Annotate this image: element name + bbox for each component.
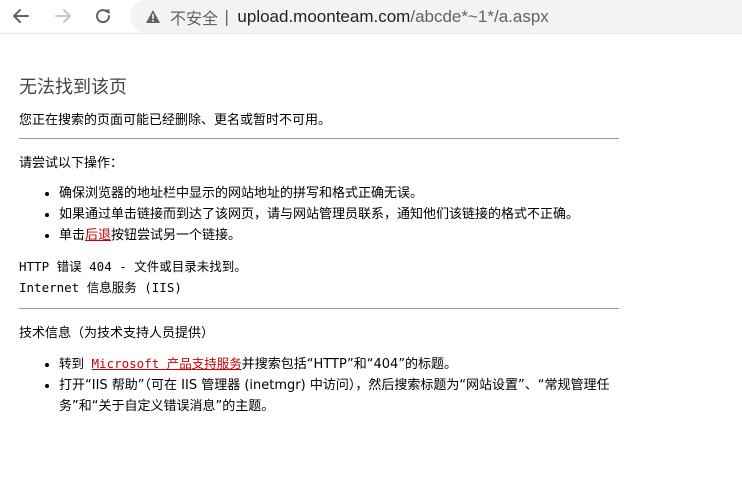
page-title: 无法找到该页 <box>19 77 127 98</box>
try-list: 确保浏览器的地址栏中显示的网站地址的拼写和格式正确无误。 如果通过单击链接而到达… <box>19 183 619 246</box>
list-item: 打开“IIS 帮助”（可在 IIS 管理器 (inetmgr) 中访问），然后搜… <box>59 375 619 417</box>
address-bar[interactable]: 不安全 | upload.moonteam.com/abcde*~1*/a.as… <box>130 0 742 33</box>
url-path[interactable]: /abcde*~1*/a.aspx <box>410 7 548 27</box>
error-page-content: 无法找到该页 您正在搜索的页面可能已经删除、更名或暂时不可用。 请尝试以下操作：… <box>19 60 619 417</box>
tech-list: 转到 Microsoft 产品支持服务并搜索包括“HTTP”和“404”的标题。… <box>19 353 619 417</box>
reload-icon <box>96 9 111 24</box>
url-separator: | <box>224 7 230 26</box>
security-label[interactable]: 不安全 <box>170 5 218 29</box>
tech-item1-prefix: 转到 <box>59 356 92 371</box>
divider <box>19 308 619 309</box>
ms-support-link[interactable]: Microsoft 产品支持服务 <box>92 356 242 371</box>
http-error-text: HTTP 错误 404 - 文件或目录未找到。 <box>19 259 247 274</box>
iis-label: Internet 信息服务 (IIS) <box>19 280 182 295</box>
try-heading: 请尝试以下操作： <box>19 156 124 171</box>
list-item: 转到 Microsoft 产品支持服务并搜索包括“HTTP”和“404”的标题。 <box>59 353 619 375</box>
back-button[interactable] <box>8 3 34 29</box>
divider <box>19 138 619 139</box>
forward-arrow-icon <box>55 9 71 23</box>
forward-button[interactable] <box>50 3 76 29</box>
back-item-suffix: 按钮尝试另一个链接。 <box>111 228 242 243</box>
list-item: 单击后退按钮尝试另一个链接。 <box>59 225 619 246</box>
page-subtitle: 您正在搜索的页面可能已经删除、更名或暂时不可用。 <box>19 113 332 128</box>
tech-heading: 技术信息（为技术支持人员提供） <box>19 326 215 341</box>
back-link[interactable]: 后退 <box>85 228 111 243</box>
list-item: 如果通过单击链接而到达了该网页，请与网站管理员联系，通知他们该链接的格式不正确。 <box>59 204 619 225</box>
reload-button[interactable] <box>90 3 116 29</box>
url-host[interactable]: upload.moonteam.com <box>237 7 410 27</box>
back-item-prefix: 单击 <box>59 228 86 243</box>
browser-toolbar: 不安全 | upload.moonteam.com/abcde*~1*/a.as… <box>0 0 742 34</box>
list-item: 确保浏览器的地址栏中显示的网站地址的拼写和格式正确无误。 <box>59 183 619 204</box>
warning-icon[interactable] <box>144 8 162 26</box>
back-arrow-icon <box>13 9 29 23</box>
tech-item1-suffix: 并搜索包括“HTTP”和“404”的标题。 <box>241 357 458 372</box>
